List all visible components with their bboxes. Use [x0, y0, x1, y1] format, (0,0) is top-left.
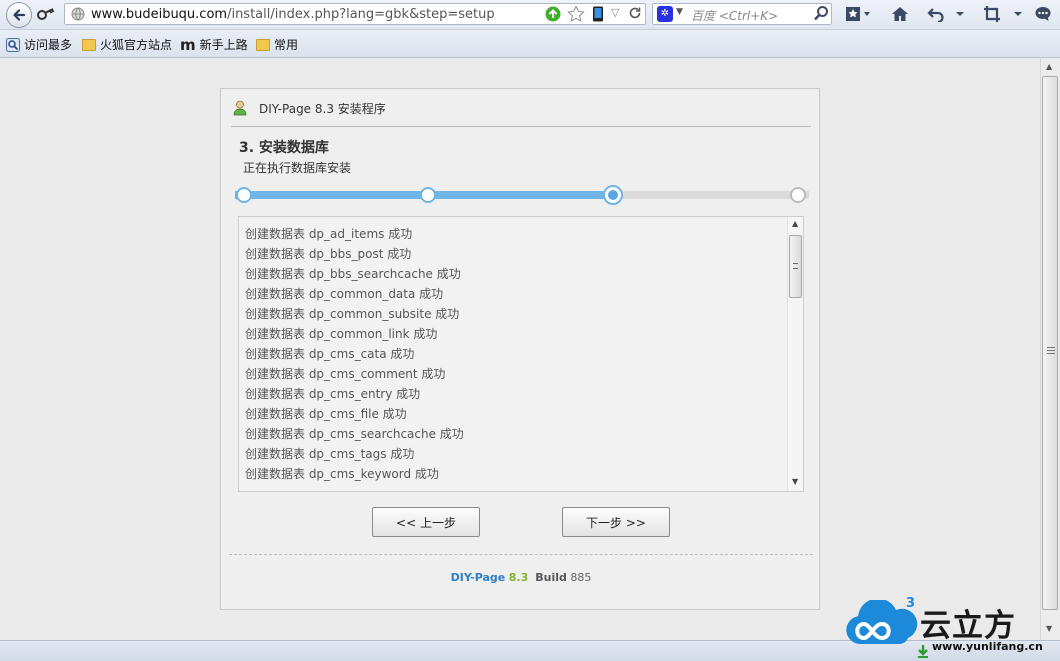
step-description: 正在执行数据库安装	[243, 161, 352, 175]
log-line: 创建数据表 dp_ad_items 成功	[245, 227, 413, 241]
undo-button[interactable]	[924, 3, 948, 25]
footer-divider	[229, 554, 813, 555]
reload-icon[interactable]	[627, 5, 643, 24]
log-line: 创建数据表 dp_bbs_post 成功	[245, 247, 412, 261]
undo-dropdown-button[interactable]	[952, 3, 968, 25]
search-input[interactable]: 百度 <Ctrl+K>	[691, 7, 778, 24]
installer-title: DIY-Page 8.3 安装程序	[259, 102, 386, 116]
log-line: 创建数据表 dp_common_link 成功	[245, 327, 438, 341]
previous-step-button[interactable]: << 上一步	[372, 507, 480, 537]
installer-header: DIY-Page 8.3 安装程序	[231, 89, 811, 127]
baidu-paw-icon[interactable]: ✲	[657, 6, 673, 22]
log-line: 创建数据表 dp_cms_comment 成功	[245, 367, 446, 381]
bookmark-star-icon[interactable]	[567, 5, 585, 26]
url-domain: www.budeibuqu.com	[91, 7, 228, 22]
home-button[interactable]	[888, 3, 912, 25]
bookmarks-menu-button[interactable]	[844, 3, 874, 25]
back-arrow-icon	[13, 9, 26, 21]
grip-icon	[793, 263, 798, 269]
bookmarks-menu-icon	[846, 7, 870, 21]
bookmark-label: 火狐官方站点	[100, 38, 173, 52]
page-content: DIY-Page 8.3 安装程序 3. 安装数据库 正在执行数据库安装 创建数…	[0, 58, 1040, 640]
crop-dropdown-button[interactable]	[1010, 3, 1026, 25]
history-dropdown-icon[interactable]: ▽	[611, 6, 619, 19]
site-identity-button[interactable]	[34, 5, 58, 25]
address-bar[interactable]: www.budeibuqu.com/install/index.php?lang…	[64, 3, 646, 25]
home-icon	[892, 7, 908, 21]
chevron-down-icon	[1014, 12, 1022, 16]
progress-node-1	[235, 187, 252, 203]
install-progress-bar	[235, 185, 809, 205]
log-scrollbar[interactable]: ▲ ▼	[787, 217, 803, 491]
search-bar[interactable]: ✲ ▼ 百度 <Ctrl+K>	[652, 3, 832, 25]
bookmark-getting-started[interactable]: m 新手上路	[180, 36, 248, 53]
progress-node-2	[420, 187, 437, 203]
watermark-brand: 云立方	[920, 608, 1016, 644]
bookmark-label: 新手上路	[199, 38, 248, 52]
grip-icon	[1047, 347, 1055, 354]
user-icon	[233, 100, 247, 119]
watermark-url: www.yunlifang.cn	[932, 640, 1043, 653]
m-logo-icon: m	[180, 35, 196, 54]
install-log[interactable]: 创建数据表 dp_ad_items 成功 创建数据表 dp_bbs_post 成功…	[238, 216, 804, 492]
bookmark-label: 访问最多	[24, 38, 73, 52]
log-line: 创建数据表 dp_cms_tags 成功	[245, 447, 415, 461]
step-title: 3. 安装数据库	[239, 140, 329, 156]
folder-icon	[256, 38, 270, 51]
crop-icon	[984, 6, 1000, 22]
footer-product-name: DIY-Page	[450, 571, 506, 584]
globe-icon	[71, 7, 85, 24]
bookmark-label: 常用	[274, 38, 299, 52]
log-line: 创建数据表 dp_bbs_searchcache 成功	[245, 267, 461, 281]
navigation-bar: www.budeibuqu.com/install/index.php?lang…	[0, 0, 1060, 30]
mobile-device-icon[interactable]	[592, 6, 604, 25]
chat-button[interactable]	[1032, 3, 1054, 25]
bookmark-most-visited[interactable]: 访问最多	[6, 36, 72, 53]
installer-footer: DIY-Page 8.3 Build 885	[221, 571, 821, 584]
log-line: 创建数据表 dp_cms_file 成功	[245, 407, 407, 421]
log-line: 创建数据表 dp_common_data 成功	[245, 287, 444, 301]
log-line: 创建数据表 dp_cms_searchcache 成功	[245, 427, 464, 441]
back-button[interactable]	[6, 2, 32, 28]
address-text[interactable]: www.budeibuqu.com/install/index.php?lang…	[91, 7, 495, 22]
progress-node-3	[602, 185, 623, 205]
footer-version: 8.3	[508, 571, 529, 584]
chevron-down-icon	[956, 12, 964, 16]
url-path: /install/index.php?lang=gbk&step=setup	[227, 7, 495, 22]
log-line: 创建数据表 dp_cms_cata 成功	[245, 347, 415, 361]
log-scroll-thumb[interactable]	[789, 235, 802, 298]
installer-panel: DIY-Page 8.3 安装程序 3. 安装数据库 正在执行数据库安装 创建数…	[220, 88, 820, 610]
engine-dropdown-icon[interactable]: ▼	[676, 7, 683, 17]
bookmark-common[interactable]: 常用	[256, 36, 298, 53]
log-line: 创建数据表 dp_cms_entry 成功	[245, 387, 421, 401]
watermark: 3 云立方 www.yunlifang.cn	[842, 596, 1052, 658]
watermark-superscript: 3	[906, 596, 916, 611]
most-visited-icon	[6, 37, 20, 52]
key-icon	[37, 8, 55, 20]
footer-build-number: 885	[570, 571, 592, 584]
log-line: 创建数据表 dp_cms_keyword 成功	[245, 467, 439, 481]
search-icon[interactable]	[813, 5, 829, 26]
crop-tool-button[interactable]	[980, 3, 1004, 25]
progress-node-4	[789, 187, 806, 203]
speech-bubble-icon	[1035, 7, 1051, 21]
folder-icon	[82, 38, 96, 51]
scroll-down-arrow-icon[interactable]: ▼	[792, 477, 798, 486]
log-line: 创建数据表 dp_common_subsite 成功	[245, 307, 460, 321]
page-scroll-thumb[interactable]	[1042, 76, 1058, 610]
undo-arrow-icon	[927, 8, 944, 22]
go-arrow-icon[interactable]	[545, 6, 561, 25]
page-scrollbar[interactable]: ▲ ▼	[1040, 58, 1060, 640]
bookmarks-toolbar: 访问最多 火狐官方站点 m 新手上路 常用	[0, 30, 1060, 58]
scroll-up-arrow-icon[interactable]: ▲	[792, 219, 798, 228]
install-log-list: 创建数据表 dp_ad_items 成功 创建数据表 dp_bbs_post 成功…	[245, 225, 785, 485]
bookmark-firefox-site[interactable]: 火狐官方站点	[82, 36, 172, 53]
next-step-button[interactable]: 下一步 >>	[562, 507, 670, 537]
scroll-up-arrow-icon[interactable]: ▲	[1046, 62, 1052, 71]
footer-build-label: Build	[535, 571, 567, 584]
